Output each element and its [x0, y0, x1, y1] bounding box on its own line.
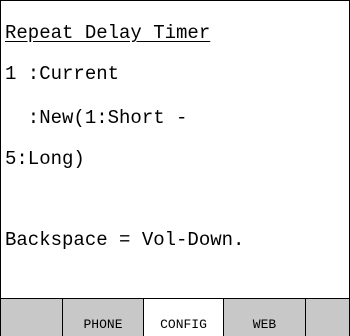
softkey-left[interactable]: [1, 299, 63, 336]
backspace-hint: Backspace = Vol-Down.: [5, 229, 245, 251]
screen-title: Repeat Delay Timer: [5, 22, 211, 44]
new-value-prompt[interactable]: :New(1:Short -: [5, 107, 188, 129]
tab-config[interactable]: CONFIG: [144, 299, 224, 336]
current-value-line: 1 :Current: [5, 63, 120, 85]
new-value-range: 5:Long): [5, 148, 85, 170]
softkey-right[interactable]: [306, 299, 349, 336]
softkey-tabbar: PHONE CONFIG WEB: [1, 298, 349, 336]
phone-display: Repeat Delay Timer 1 :Current :New(1:Sho…: [0, 0, 350, 336]
tab-phone[interactable]: PHONE: [63, 299, 144, 336]
tab-web[interactable]: WEB: [224, 299, 306, 336]
